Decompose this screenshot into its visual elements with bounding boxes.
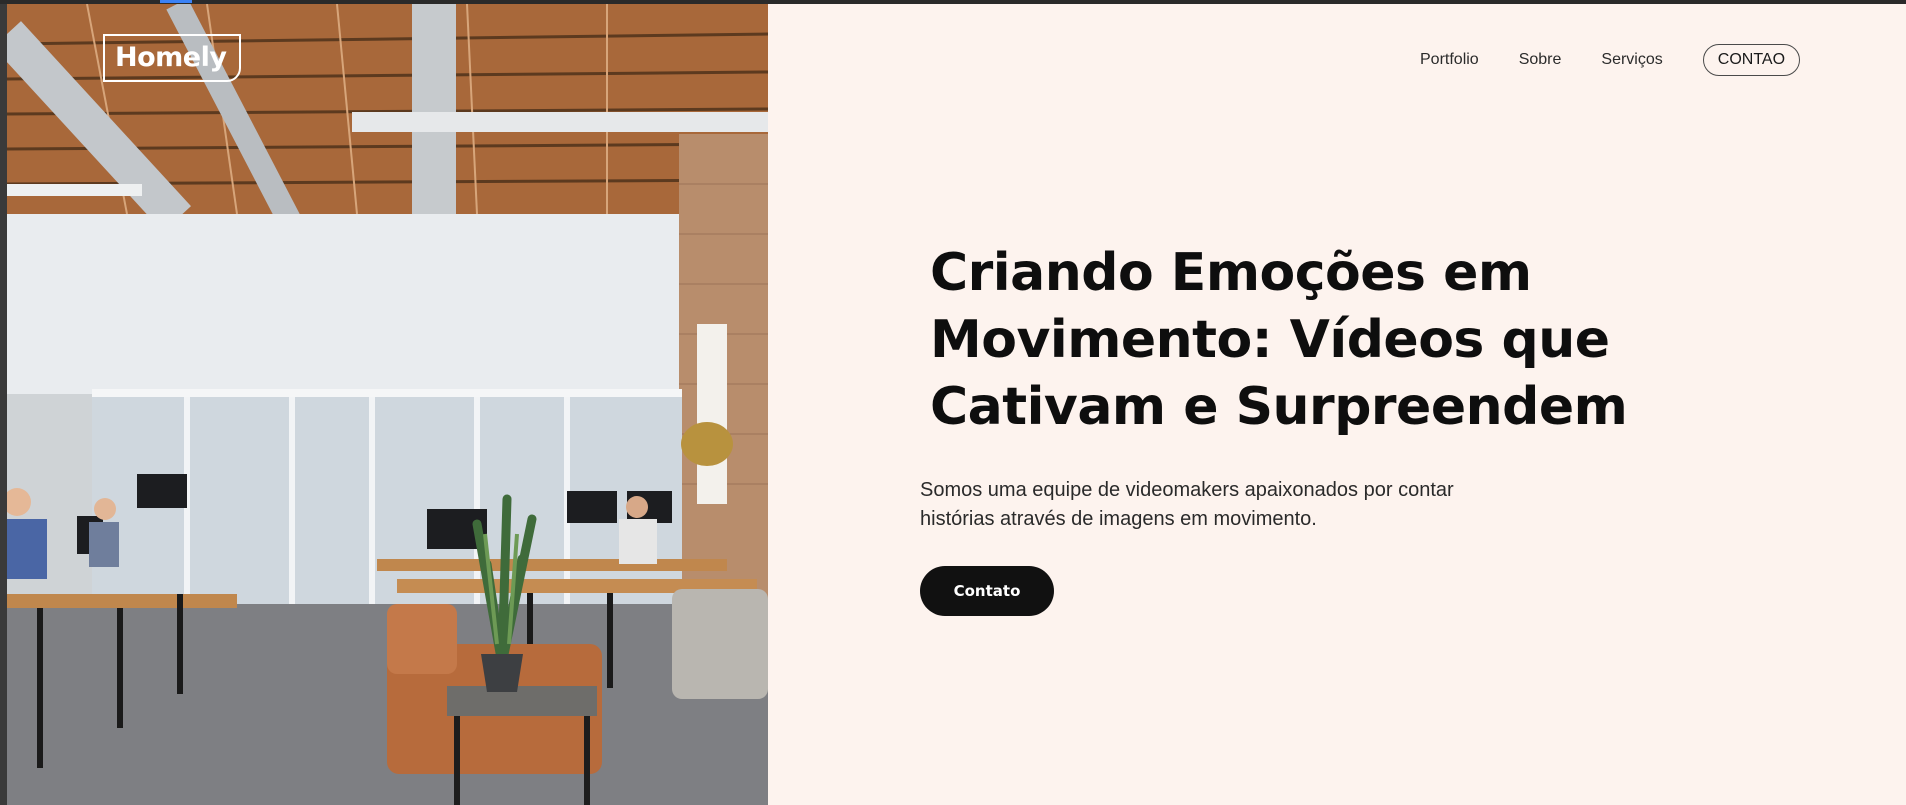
- homely-logo[interactable]: Homely: [103, 34, 241, 82]
- hero-subtitle: Somos uma equipe de videomakers apaixona…: [920, 479, 1454, 530]
- tab-indicator: [160, 0, 192, 3]
- hero-office-image: [7, 4, 768, 805]
- window-edge: [0, 4, 7, 805]
- nav-item-portfolio[interactable]: Portfolio: [1420, 51, 1479, 69]
- nav-item-servicos[interactable]: Serviços: [1601, 51, 1662, 69]
- nav-item-sobre[interactable]: Sobre: [1519, 51, 1562, 69]
- nav-contact-button[interactable]: CONTAO: [1702, 44, 1801, 76]
- hero-title: Criando Emoções em Movimento: Vídeos que…: [930, 243, 1628, 437]
- main-nav: Portfolio Sobre Serviços CONTAO: [1420, 44, 1801, 76]
- contact-button[interactable]: Contato: [920, 566, 1054, 616]
